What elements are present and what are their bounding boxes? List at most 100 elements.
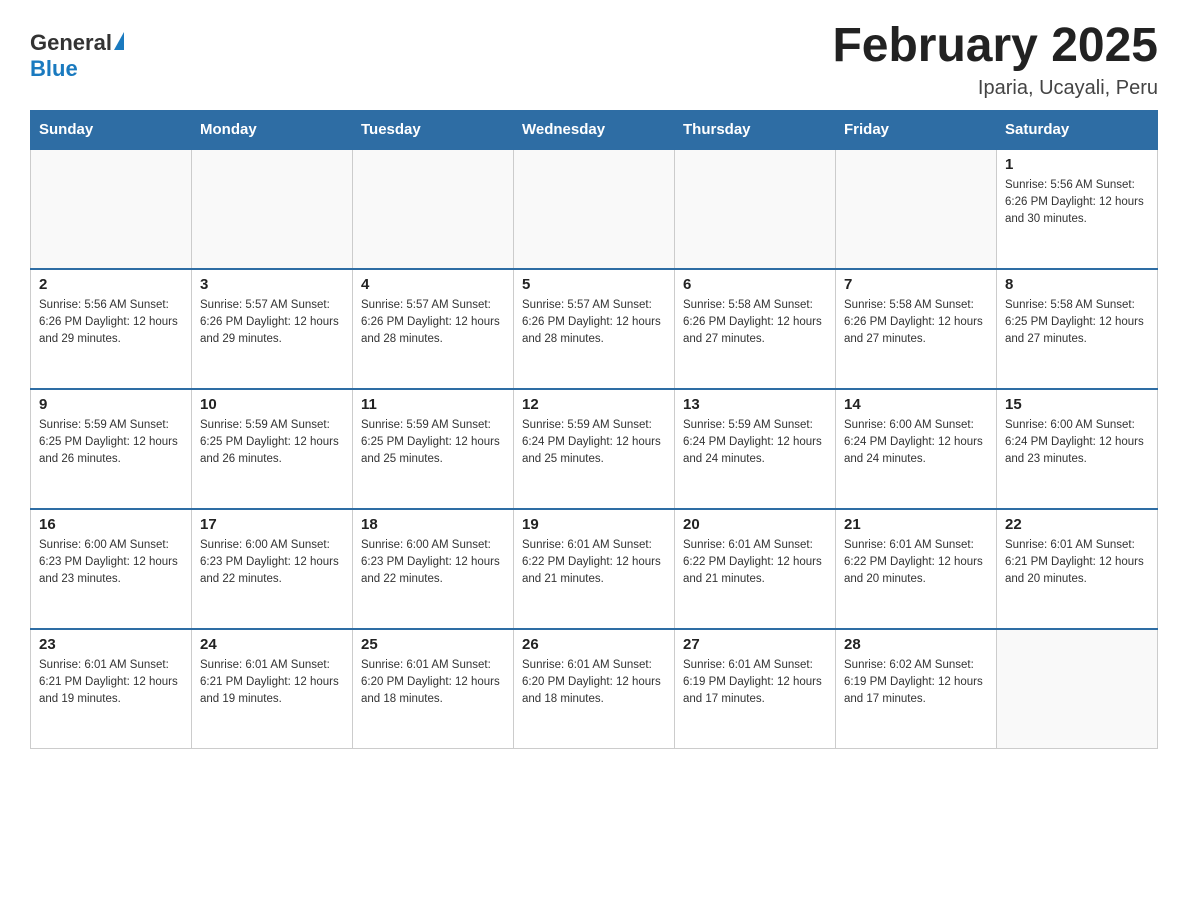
day-info: Sunrise: 6:01 AM Sunset: 6:22 PM Dayligh… — [844, 537, 988, 589]
day-info: Sunrise: 5:58 AM Sunset: 6:26 PM Dayligh… — [683, 297, 827, 349]
calendar-cell: 22 Sunrise: 6:01 AM Sunset: 6:21 PM Dayli… — [997, 509, 1158, 629]
page-header: General Blue February 2025 Iparia, Ucaya… — [30, 20, 1158, 100]
day-info: Sunrise: 6:01 AM Sunset: 6:19 PM Dayligh… — [683, 657, 827, 709]
day-info: Sunrise: 5:59 AM Sunset: 6:24 PM Dayligh… — [522, 417, 666, 469]
day-number: 27 — [683, 636, 827, 653]
day-number: 5 — [522, 276, 666, 293]
calendar-cell: 21Sunrise: 6:01 AM Sunset: 6:22 PM Dayli… — [836, 509, 997, 629]
day-number: 26 — [522, 636, 666, 653]
calendar-week-row-4: 16 Sunrise: 6:00 AM Sunset: 6:23 PM Dayli… — [31, 509, 1158, 629]
day-info: Sunrise: 5:57 AM Sunset: 6:26 PM Dayligh… — [200, 297, 344, 349]
calendar-table: SundayMondayTuesdayWednesdayThursdayFrid… — [30, 110, 1158, 750]
day-number: 22 — [1005, 516, 1149, 533]
day-info: Sunrise: 5:56 AM Sunset: 6:26 PM Dayligh… — [1005, 177, 1149, 229]
weekday-header-tuesday: Tuesday — [353, 110, 514, 149]
calendar-cell — [353, 149, 514, 269]
day-number: 13 — [683, 396, 827, 413]
weekday-header-saturday: Saturday — [997, 110, 1158, 149]
calendar-cell: 3 Sunrise: 5:57 AM Sunset: 6:26 PM Daylig… — [192, 269, 353, 389]
calendar-week-row-5: 23 Sunrise: 6:01 AM Sunset: 6:21 PM Dayli… — [31, 629, 1158, 749]
calendar-cell — [997, 629, 1158, 749]
day-number: 10 — [200, 396, 344, 413]
day-info: Sunrise: 5:56 AM Sunset: 6:26 PM Dayligh… — [39, 297, 183, 349]
day-number: 15 — [1005, 396, 1149, 413]
calendar-cell: 12 Sunrise: 5:59 AM Sunset: 6:24 PM Dayli… — [514, 389, 675, 509]
day-info: Sunrise: 5:58 AM Sunset: 6:26 PM Dayligh… — [844, 297, 988, 349]
weekday-header-friday: Friday — [836, 110, 997, 149]
calendar-cell: 5 Sunrise: 5:57 AM Sunset: 6:26 PM Daylig… — [514, 269, 675, 389]
calendar-cell: 24 Sunrise: 6:01 AM Sunset: 6:21 PM Dayli… — [192, 629, 353, 749]
calendar-week-row-1: 1Sunrise: 5:56 AM Sunset: 6:26 PM Daylig… — [31, 149, 1158, 269]
day-number: 3 — [200, 276, 344, 293]
calendar-cell: 11 Sunrise: 5:59 AM Sunset: 6:25 PM Dayli… — [353, 389, 514, 509]
day-info: Sunrise: 5:58 AM Sunset: 6:25 PM Dayligh… — [1005, 297, 1149, 349]
logo-general-text: General — [30, 30, 112, 56]
day-number: 20 — [683, 516, 827, 533]
weekday-header-wednesday: Wednesday — [514, 110, 675, 149]
day-info: Sunrise: 6:00 AM Sunset: 6:24 PM Dayligh… — [844, 417, 988, 469]
day-number: 11 — [361, 396, 505, 413]
day-number: 24 — [200, 636, 344, 653]
logo-triangle-icon — [114, 32, 124, 50]
calendar-cell: 7 Sunrise: 5:58 AM Sunset: 6:26 PM Daylig… — [836, 269, 997, 389]
calendar-cell: 1Sunrise: 5:56 AM Sunset: 6:26 PM Daylig… — [997, 149, 1158, 269]
calendar-cell: 27 Sunrise: 6:01 AM Sunset: 6:19 PM Dayli… — [675, 629, 836, 749]
day-number: 2 — [39, 276, 183, 293]
day-info: Sunrise: 6:01 AM Sunset: 6:22 PM Dayligh… — [683, 537, 827, 589]
day-number: 17 — [200, 516, 344, 533]
month-title: February 2025 — [832, 20, 1158, 73]
weekday-header-sunday: Sunday — [31, 110, 192, 149]
day-info: Sunrise: 5:59 AM Sunset: 6:24 PM Dayligh… — [683, 417, 827, 469]
day-number: 28 — [844, 636, 988, 653]
calendar-cell: 14Sunrise: 6:00 AM Sunset: 6:24 PM Dayli… — [836, 389, 997, 509]
day-info: Sunrise: 5:59 AM Sunset: 6:25 PM Dayligh… — [200, 417, 344, 469]
location: Iparia, Ucayali, Peru — [832, 77, 1158, 100]
day-info: Sunrise: 5:57 AM Sunset: 6:26 PM Dayligh… — [522, 297, 666, 349]
calendar-cell — [675, 149, 836, 269]
day-info: Sunrise: 5:59 AM Sunset: 6:25 PM Dayligh… — [39, 417, 183, 469]
day-number: 19 — [522, 516, 666, 533]
day-number: 18 — [361, 516, 505, 533]
day-info: Sunrise: 6:02 AM Sunset: 6:19 PM Dayligh… — [844, 657, 988, 709]
day-info: Sunrise: 6:01 AM Sunset: 6:20 PM Dayligh… — [522, 657, 666, 709]
calendar-cell — [514, 149, 675, 269]
calendar-cell: 4Sunrise: 5:57 AM Sunset: 6:26 PM Daylig… — [353, 269, 514, 389]
day-number: 16 — [39, 516, 183, 533]
day-info: Sunrise: 6:00 AM Sunset: 6:23 PM Dayligh… — [200, 537, 344, 589]
weekday-header-row: SundayMondayTuesdayWednesdayThursdayFrid… — [31, 110, 1158, 149]
calendar-cell: 9 Sunrise: 5:59 AM Sunset: 6:25 PM Daylig… — [31, 389, 192, 509]
day-info: Sunrise: 5:59 AM Sunset: 6:25 PM Dayligh… — [361, 417, 505, 469]
calendar-cell: 10 Sunrise: 5:59 AM Sunset: 6:25 PM Dayli… — [192, 389, 353, 509]
calendar-week-row-3: 9 Sunrise: 5:59 AM Sunset: 6:25 PM Daylig… — [31, 389, 1158, 509]
day-info: Sunrise: 6:01 AM Sunset: 6:21 PM Dayligh… — [39, 657, 183, 709]
calendar-cell: 6Sunrise: 5:58 AM Sunset: 6:26 PM Daylig… — [675, 269, 836, 389]
day-number: 23 — [39, 636, 183, 653]
day-info: Sunrise: 6:00 AM Sunset: 6:24 PM Dayligh… — [1005, 417, 1149, 469]
day-info: Sunrise: 6:01 AM Sunset: 6:21 PM Dayligh… — [200, 657, 344, 709]
calendar-cell: 23 Sunrise: 6:01 AM Sunset: 6:21 PM Dayli… — [31, 629, 192, 749]
logo: General Blue — [30, 30, 124, 82]
calendar-week-row-2: 2 Sunrise: 5:56 AM Sunset: 6:26 PM Daylig… — [31, 269, 1158, 389]
day-info: Sunrise: 6:01 AM Sunset: 6:21 PM Dayligh… — [1005, 537, 1149, 589]
calendar-cell: 18 Sunrise: 6:00 AM Sunset: 6:23 PM Dayli… — [353, 509, 514, 629]
weekday-header-thursday: Thursday — [675, 110, 836, 149]
calendar-cell: 26 Sunrise: 6:01 AM Sunset: 6:20 PM Dayli… — [514, 629, 675, 749]
day-number: 12 — [522, 396, 666, 413]
calendar-cell — [836, 149, 997, 269]
day-info: Sunrise: 6:00 AM Sunset: 6:23 PM Dayligh… — [39, 537, 183, 589]
day-number: 9 — [39, 396, 183, 413]
day-number: 7 — [844, 276, 988, 293]
logo-container: General Blue — [30, 30, 124, 82]
calendar-cell: 8Sunrise: 5:58 AM Sunset: 6:25 PM Daylig… — [997, 269, 1158, 389]
calendar-cell: 2 Sunrise: 5:56 AM Sunset: 6:26 PM Daylig… — [31, 269, 192, 389]
calendar-cell: 28 Sunrise: 6:02 AM Sunset: 6:19 PM Dayli… — [836, 629, 997, 749]
day-info: Sunrise: 5:57 AM Sunset: 6:26 PM Dayligh… — [361, 297, 505, 349]
calendar-cell: 17 Sunrise: 6:00 AM Sunset: 6:23 PM Dayli… — [192, 509, 353, 629]
day-number: 25 — [361, 636, 505, 653]
calendar-cell — [31, 149, 192, 269]
calendar-cell: 13 Sunrise: 5:59 AM Sunset: 6:24 PM Dayli… — [675, 389, 836, 509]
calendar-cell — [192, 149, 353, 269]
title-area: February 2025 Iparia, Ucayali, Peru — [832, 20, 1158, 100]
day-info: Sunrise: 6:00 AM Sunset: 6:23 PM Dayligh… — [361, 537, 505, 589]
calendar-cell: 15 Sunrise: 6:00 AM Sunset: 6:24 PM Dayli… — [997, 389, 1158, 509]
